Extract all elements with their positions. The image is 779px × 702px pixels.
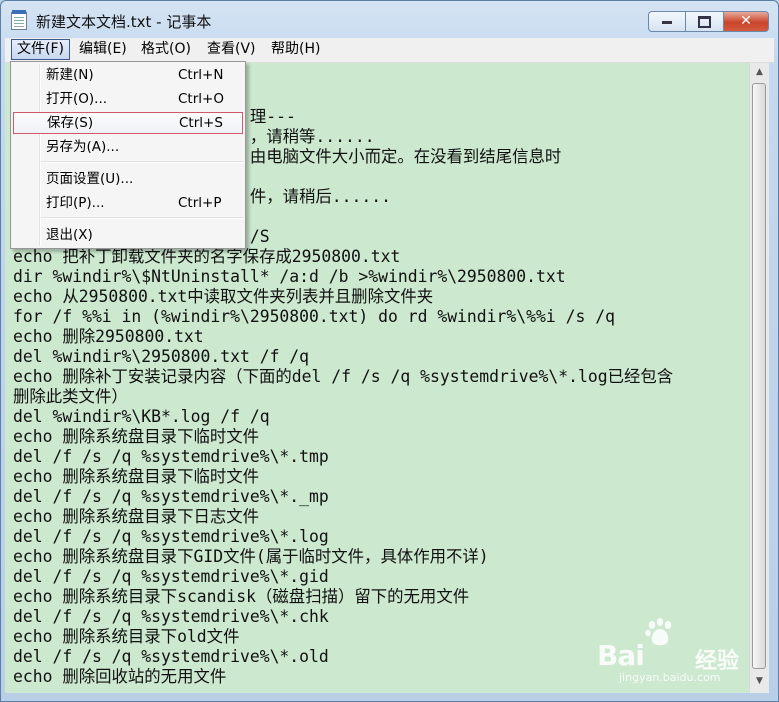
menu-edit[interactable]: 编辑(E) xyxy=(74,39,132,60)
editor-line: echo 删除系统盘目录下日志文件 xyxy=(13,507,260,526)
baidu-jingyan-watermark: Bai 经验 jingyan.baidu.com xyxy=(597,613,767,689)
menu-item-new[interactable]: 新建(N) Ctrl+N xyxy=(13,64,243,86)
menu-item-page-setup[interactable]: 页面设置(U)... xyxy=(13,168,243,190)
title-bar[interactable]: 新建文本文档.txt - 记事本 ✕ xyxy=(1,1,778,39)
menu-item-label: 另存为(A)... xyxy=(46,139,120,155)
editor-line: echo 删除补丁安装记录内容（下面的del /f /s /q %systemd… xyxy=(13,367,674,386)
editor-line: del /f /s /q %systemdrive%\*.chk xyxy=(13,607,329,626)
editor-line: del %windir%\KB*.log /f /q xyxy=(13,407,270,426)
editor-line: echo 把补丁卸载文件夹的名字保存成2950800.txt xyxy=(13,247,401,266)
menu-help[interactable]: 帮助(H) xyxy=(266,39,325,60)
scroll-up-arrow-icon[interactable]: ▲ xyxy=(750,64,769,81)
file-menu-dropdown: 新建(N) Ctrl+N 打开(O)... Ctrl+O 保存(S) Ctrl+… xyxy=(10,61,246,249)
editor-line: del /f /s /q %systemdrive%\*.gid xyxy=(13,567,329,586)
menu-view[interactable]: 查看(V) xyxy=(202,39,261,60)
editor-line: del /f /s /q %systemdrive%\*.log xyxy=(13,527,329,546)
menu-item-label: 新建(N) xyxy=(46,67,94,83)
maximize-icon xyxy=(698,16,711,28)
window-title: 新建文本文档.txt - 记事本 xyxy=(36,13,212,31)
editor-line: echo 删除回收站的无用文件 xyxy=(13,667,227,686)
menu-bar: 文件(F) 编辑(E) 格式(O) 查看(V) 帮助(H) xyxy=(5,38,774,63)
editor-line: del %windir%\2950800.txt /f /q xyxy=(13,347,310,366)
editor-line: 删除此类文件） xyxy=(13,387,128,406)
menu-format[interactable]: 格式(O) xyxy=(136,39,196,60)
menu-item-shortcut: Ctrl+O xyxy=(178,91,224,107)
menu-item-shortcut: Ctrl+N xyxy=(178,67,224,83)
menu-separator xyxy=(41,161,243,163)
menu-item-label: 打开(O)... xyxy=(46,91,108,107)
vertical-scrollbar[interactable]: ▲ ▼ xyxy=(749,63,769,693)
minimize-icon xyxy=(662,21,672,24)
editor-line: dir %windir%\$NtUninstall* /a:d /b >%win… xyxy=(13,267,566,286)
menu-item-shortcut: Ctrl+P xyxy=(178,195,222,211)
watermark-brand: Bai xyxy=(597,639,645,672)
close-icon: ✕ xyxy=(740,13,752,29)
notepad-app-icon[interactable] xyxy=(11,10,27,30)
close-button[interactable]: ✕ xyxy=(724,11,769,32)
minimize-button[interactable] xyxy=(648,11,686,32)
menu-item-print[interactable]: 打印(P)... Ctrl+P xyxy=(13,192,243,214)
editor-line: del /f /s /q %systemdrive%\*.tmp xyxy=(13,447,329,466)
editor-line: echo 删除系统盘目录下临时文件 xyxy=(13,427,260,446)
menu-item-label: 打印(P)... xyxy=(46,195,105,211)
menu-item-exit[interactable]: 退出(X) xyxy=(13,224,243,246)
menu-separator xyxy=(41,217,243,219)
menu-item-label: 页面设置(U)... xyxy=(46,171,134,187)
menu-item-open[interactable]: 打开(O)... Ctrl+O xyxy=(13,88,243,110)
editor-line: echo 删除系统目录下old文件 xyxy=(13,627,240,646)
editor-line: del /f /s /q %systemdrive%\*._mp xyxy=(13,487,329,506)
editor-line: echo 删除系统目录下scandisk（磁盘扫描）留下的无用文件 xyxy=(13,587,470,606)
menu-item-shortcut: Ctrl+S xyxy=(179,115,223,131)
watermark-url: jingyan.baidu.com xyxy=(619,671,721,684)
editor-line: echo 从2950800.txt中读取文件夹列表并且删除文件夹 xyxy=(13,287,434,306)
editor-line: echo 删除系统盘目录下GID文件(属于临时文件，具体作用不详) xyxy=(13,547,489,566)
editor-line: echo 删除系统盘目录下临时文件 xyxy=(13,467,260,486)
scrollbar-thumb[interactable] xyxy=(752,83,766,669)
menu-file[interactable]: 文件(F) xyxy=(11,39,70,60)
maximize-button[interactable] xyxy=(686,11,724,32)
menu-item-label: 退出(X) xyxy=(46,227,93,243)
baidu-paw-icon xyxy=(645,618,672,646)
editor-line: echo 删除2950800.txt xyxy=(13,327,204,346)
menu-item-save-as[interactable]: 另存为(A)... xyxy=(13,136,243,158)
menu-item-save[interactable]: 保存(S) Ctrl+S xyxy=(13,112,243,134)
menu-item-label: 保存(S) xyxy=(47,115,94,131)
editor-line: for /f %%i in (%windir%\2950800.txt) do … xyxy=(13,307,615,326)
editor-line: del /f /s /q %systemdrive%\*.old xyxy=(13,647,329,666)
